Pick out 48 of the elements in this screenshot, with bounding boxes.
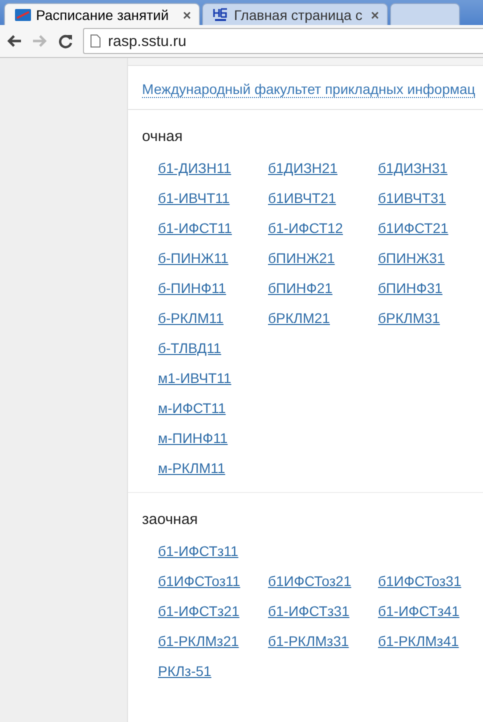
group-link[interactable]: бПИНФ21 <box>268 279 332 298</box>
group-link[interactable]: б1ИФСТоз31 <box>378 572 462 591</box>
group-link[interactable]: б1-ИФСТ11 <box>158 219 232 238</box>
address-bar[interactable]: rasp.sstu.ru <box>83 28 483 54</box>
group-link[interactable]: б-ПИНФ11 <box>158 279 226 298</box>
group-link[interactable]: б1ИФСТоз11 <box>158 572 240 591</box>
group-link[interactable]: РКЛз-51 <box>158 662 212 681</box>
browser-tab[interactable]: Главная страница с × <box>202 3 388 25</box>
group-link[interactable]: б-ПИНЖ11 <box>158 249 228 268</box>
group-link[interactable]: б1-РКЛМз31 <box>268 632 349 651</box>
group-link[interactable]: бПИНФ31 <box>378 279 442 298</box>
group-link[interactable]: м-РКЛМ11 <box>158 459 226 478</box>
group-link[interactable]: б-РКЛМ11 <box>158 309 224 328</box>
close-icon[interactable]: × <box>182 6 191 22</box>
group-link[interactable]: б1ИФСТоз21 <box>268 572 352 591</box>
group-link[interactable]: м1-ИВЧТ11 <box>158 369 232 388</box>
group-link[interactable]: бРКЛМ31 <box>378 309 440 328</box>
group-link[interactable]: б1ДИЗН21 <box>268 159 338 178</box>
close-icon[interactable]: × <box>370 6 379 22</box>
group-link[interactable]: бРКЛМ21 <box>268 309 330 328</box>
group-link[interactable]: м-ПИНФ11 <box>158 429 228 448</box>
group-link[interactable]: б1-ДИЗН11 <box>158 159 232 178</box>
back-icon[interactable] <box>6 34 22 48</box>
group-link[interactable]: м-ИФСТ11 <box>158 399 226 418</box>
group-link[interactable]: б1-ИВЧТ11 <box>158 189 230 208</box>
group-link[interactable]: б1ДИЗН31 <box>378 159 448 178</box>
site-logo-icon <box>213 6 229 22</box>
group-link[interactable]: б1-ИФСТз21 <box>158 602 240 621</box>
reload-icon[interactable] <box>58 34 73 48</box>
page-icon <box>90 34 101 48</box>
section-title: очная <box>142 128 184 145</box>
faculty-link[interactable]: Международный факультет прикладных информац <box>142 81 476 98</box>
group-link[interactable]: б1ИФСТ21 <box>378 219 448 238</box>
group-link[interactable]: б-ТЛВД11 <box>158 339 222 358</box>
group-link[interactable]: бПИНЖ21 <box>268 249 335 268</box>
group-link[interactable]: б1-ИФСТ12 <box>268 219 343 238</box>
group-link[interactable]: б1-ИФСТз41 <box>378 602 460 621</box>
group-link[interactable]: б1ИВЧТ21 <box>268 189 336 208</box>
section-title: заочная <box>142 511 199 528</box>
group-link[interactable]: б1-РКЛМз21 <box>158 632 239 651</box>
group-link[interactable]: б1-ИФСТз11 <box>158 542 238 561</box>
group-link[interactable]: бПИНЖ31 <box>378 249 445 268</box>
group-link[interactable]: б1ИВЧТ31 <box>378 189 446 208</box>
browser-tab[interactable]: Расписание занятий × <box>4 3 200 25</box>
site-logo-icon <box>15 8 31 20</box>
group-link[interactable]: б1-РКЛМз41 <box>378 632 459 651</box>
url-text: rasp.sstu.ru <box>108 32 186 50</box>
group-link[interactable]: б1-ИФСТз31 <box>268 602 350 621</box>
